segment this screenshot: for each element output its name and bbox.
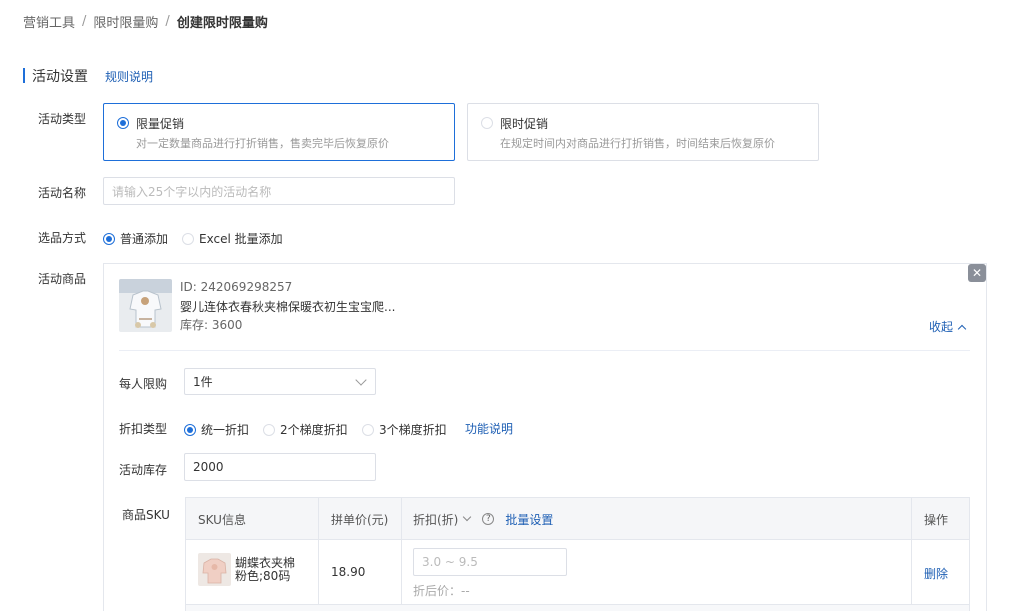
- per-person-limit-label: 每人限购: [119, 377, 168, 391]
- activity-goods-label: 活动商品: [38, 272, 87, 286]
- card-title: 限量促销: [136, 117, 185, 131]
- per-person-limit-select[interactable]: 1件: [184, 368, 376, 395]
- activity-stock-label: 活动库存: [119, 463, 168, 477]
- table-row: [186, 604, 969, 611]
- breadcrumb-separator: /: [165, 14, 170, 29]
- option-label: 普通添加: [120, 232, 169, 246]
- product-thumbnail: [119, 279, 172, 332]
- column-divider: [911, 498, 912, 611]
- sku-thumbnail: [198, 553, 231, 586]
- sku-price: 18.90: [331, 565, 366, 579]
- discount-uniform-option[interactable]: 统一折扣: [184, 421, 249, 438]
- activity-type-card-time[interactable]: 限时促销 在规定时间内对商品进行打折销售，时间结束后恢复原价: [467, 103, 819, 161]
- section-title: 活动设置: [32, 69, 88, 85]
- col-action: 操作: [924, 512, 949, 527]
- selection-normal-option[interactable]: 普通添加: [103, 230, 168, 247]
- col-sku-info: SKU信息: [198, 512, 246, 527]
- sku-spec-line: 粉色;80码: [235, 569, 291, 583]
- activity-type-label: 活动类型: [38, 112, 87, 126]
- option-label: 统一折扣: [201, 423, 250, 437]
- activity-type-card-quantity[interactable]: 限量促销 对一定数量商品进行打折销售，售卖完毕后恢复原价: [103, 103, 455, 161]
- select-value: 1件: [193, 375, 213, 389]
- delete-button[interactable]: 删除: [924, 565, 948, 582]
- radio-selected-icon: [103, 232, 115, 245]
- section-accent-bar: [23, 68, 25, 83]
- card-description: 在规定时间内对商品进行打折销售，时间结束后恢复原价: [500, 137, 775, 150]
- card-title: 限时促销: [500, 117, 549, 131]
- card-description: 对一定数量商品进行打折销售，售卖完毕后恢复原价: [136, 137, 389, 150]
- after-discount-price: 折后价：--: [413, 584, 470, 598]
- option-label: Excel 批量添加: [199, 232, 283, 246]
- col-discount: 折扣(折) ? 批量设置: [413, 498, 553, 540]
- selection-method-label: 选品方式: [38, 231, 87, 245]
- col-group-price: 拼单价(元): [331, 512, 389, 527]
- chevron-down-icon[interactable]: [463, 512, 472, 522]
- selection-excel-option[interactable]: Excel 批量添加: [182, 230, 283, 247]
- radio-unselected-icon: [481, 117, 493, 129]
- product-name: 婴儿连体衣春秋夹棉保暖衣初生宝宝爬...: [180, 300, 396, 314]
- batch-set-link[interactable]: 批量设置: [505, 511, 553, 528]
- discount-3tier-option[interactable]: 3个梯度折扣: [362, 421, 447, 438]
- close-icon[interactable]: ✕: [968, 264, 986, 282]
- sku-label: 商品SKU: [122, 508, 170, 522]
- collapse-label: 收起: [929, 320, 954, 334]
- feature-help-link[interactable]: 功能说明: [465, 420, 513, 437]
- table-header: [186, 498, 969, 540]
- breadcrumb-current: 创建限时限量购: [176, 16, 268, 31]
- rule-description-link[interactable]: 规则说明: [105, 68, 153, 85]
- option-label: 3个梯度折扣: [379, 423, 447, 437]
- product-stock: 库存: 3600: [180, 318, 243, 332]
- radio-selected-icon: [184, 423, 196, 436]
- divider: [119, 350, 970, 351]
- product-id: ID: 242069298257: [180, 280, 293, 294]
- activity-name-label: 活动名称: [38, 186, 87, 200]
- sku-table: SKU信息 拼单价(元) 折扣(折) ? 批量设置 操作 蝴蝶衣夹棉 粉色;80…: [185, 497, 970, 611]
- radio-selected-icon: [117, 117, 129, 129]
- discount-2tier-option[interactable]: 2个梯度折扣: [263, 421, 348, 438]
- breadcrumb-flash-sale[interactable]: 限时限量购: [93, 12, 158, 31]
- column-divider: [401, 498, 402, 611]
- chevron-down-icon: [355, 374, 367, 386]
- radio-unselected-icon: [182, 232, 194, 245]
- sku-name: 蝴蝶衣夹棉 粉色;80码: [235, 557, 295, 583]
- breadcrumb-marketing-tools[interactable]: 营销工具: [23, 12, 75, 31]
- discount-input[interactable]: 3.0 ~ 9.5: [413, 548, 567, 576]
- radio-unselected-icon: [362, 423, 374, 436]
- question-circle-icon[interactable]: ?: [482, 513, 495, 525]
- column-divider: [318, 498, 319, 611]
- chevron-up-icon: [957, 324, 967, 333]
- activity-name-input[interactable]: 请输入25个字以内的活动名称: [103, 177, 455, 205]
- radio-unselected-icon: [263, 423, 275, 436]
- activity-stock-input[interactable]: 2000: [184, 453, 376, 481]
- breadcrumb-separator: /: [82, 14, 87, 29]
- option-label: 2个梯度折扣: [280, 423, 348, 437]
- discount-type-label: 折扣类型: [119, 422, 168, 436]
- breadcrumb: 营销工具 / 限时限量购 / 创建限时限量购: [23, 12, 268, 31]
- col-discount-label: 折扣(折): [413, 512, 459, 527]
- collapse-button[interactable]: 收起: [929, 318, 967, 335]
